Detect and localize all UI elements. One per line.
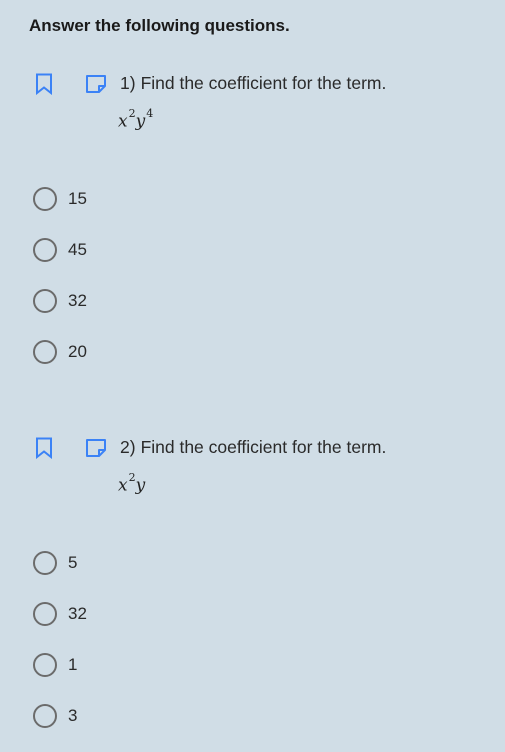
term-base: x	[118, 111, 128, 132]
radio-button[interactable]	[33, 187, 57, 211]
bookmark-icon[interactable]	[35, 437, 53, 460]
option-label: 32	[68, 604, 87, 623]
term-exponent: 2	[128, 107, 136, 120]
term-exponent: 2	[128, 471, 136, 484]
term-base: y	[135, 111, 146, 132]
radio-button[interactable]	[33, 704, 57, 728]
answer-option[interactable]: 5	[0, 550, 300, 578]
radio-button[interactable]	[33, 602, 57, 626]
answer-option[interactable]: 3	[0, 703, 300, 731]
term-base: x	[118, 475, 128, 496]
question-number: 1)	[120, 73, 136, 93]
question-prompt: Find the coefficient for the term.	[140, 73, 387, 93]
option-label: 20	[68, 342, 87, 361]
answer-option[interactable]: 20	[0, 339, 300, 367]
question-text: 1) Find the coefficient for the term.	[120, 73, 386, 94]
question-header: 2) Find the coefficient for the term.	[0, 434, 505, 462]
answer-option[interactable]: 15	[0, 186, 300, 214]
option-label: 15	[68, 189, 87, 208]
note-icon[interactable]	[85, 74, 107, 94]
answer-option[interactable]: 32	[0, 601, 300, 629]
radio-button[interactable]	[33, 551, 57, 575]
term-exponent: 4	[146, 107, 154, 120]
math-term: x2y4	[118, 107, 154, 132]
radio-button[interactable]	[33, 289, 57, 313]
math-term: x2y	[118, 471, 146, 496]
option-label: 3	[68, 706, 78, 725]
page-title: Answer the following questions.	[29, 16, 290, 35]
term-base: y	[135, 475, 146, 496]
answer-option[interactable]: 1	[0, 652, 300, 680]
note-icon[interactable]	[85, 438, 107, 458]
radio-button[interactable]	[33, 653, 57, 677]
option-label: 5	[68, 553, 78, 572]
option-label: 1	[68, 655, 78, 674]
radio-button[interactable]	[33, 238, 57, 262]
radio-button[interactable]	[33, 340, 57, 364]
question-text: 2) Find the coefficient for the term.	[120, 437, 386, 458]
answer-option[interactable]: 45	[0, 237, 300, 265]
question-number: 2)	[120, 437, 136, 457]
question-prompt: Find the coefficient for the term.	[140, 437, 387, 457]
question-header: 1) Find the coefficient for the term.	[0, 70, 505, 98]
answer-option[interactable]: 32	[0, 288, 300, 316]
option-label: 45	[68, 240, 87, 259]
option-label: 32	[68, 291, 87, 310]
bookmark-icon[interactable]	[35, 73, 53, 96]
